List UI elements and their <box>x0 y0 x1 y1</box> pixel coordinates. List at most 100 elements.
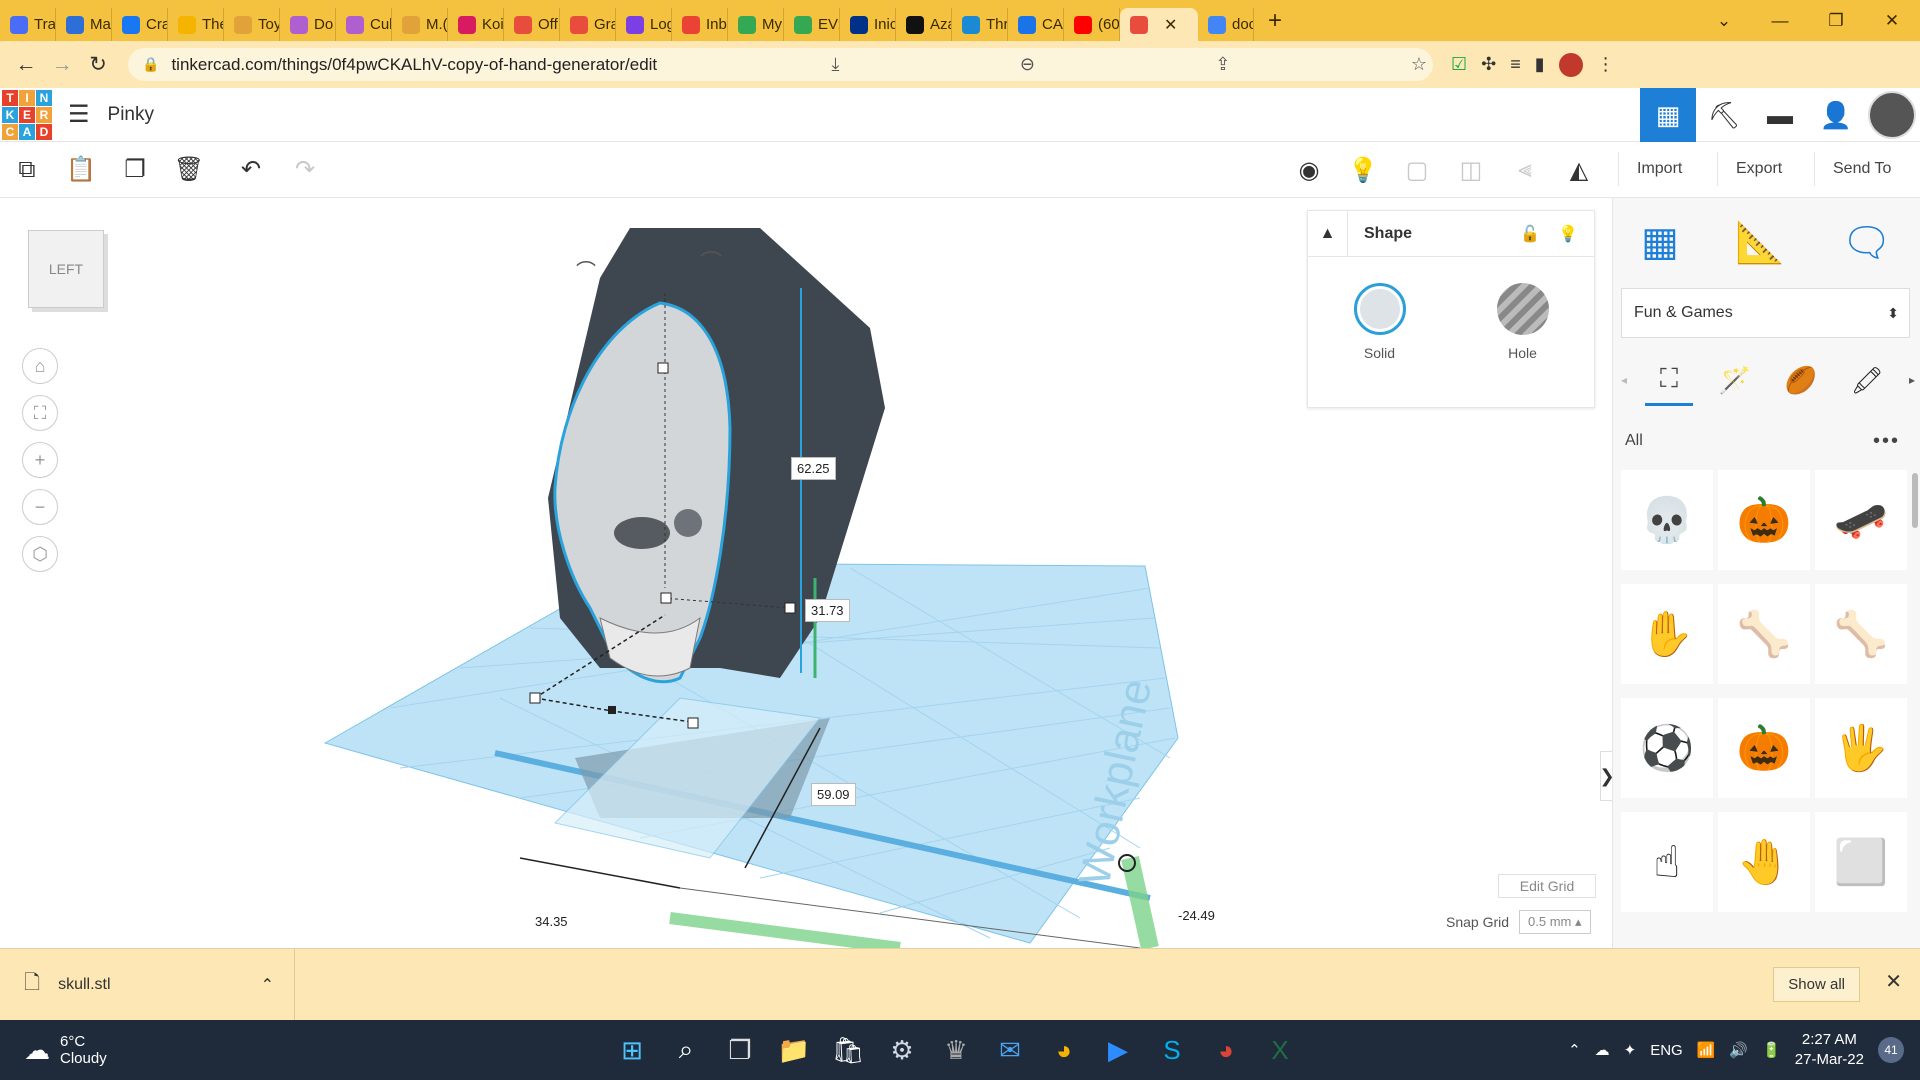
side-panel-icon[interactable]: ▮ <box>1535 54 1545 75</box>
project-name[interactable]: Pinky <box>108 104 154 126</box>
browser-tab[interactable]: Cra <box>112 8 168 41</box>
onedrive-icon[interactable]: ☁ <box>1595 1041 1610 1059</box>
clock[interactable]: 2:27 AM 27-Mar-22 <box>1795 1030 1864 1070</box>
snap-grid-select[interactable]: 0.5 mm ▴ <box>1519 910 1591 934</box>
workplane-viewport[interactable]: ⌒ ⌒ Workplane 62.25 31.73 59.09 34.35 -2… <box>0 198 1612 948</box>
resize-handle-corner[interactable] <box>687 717 699 729</box>
tray-app-icon[interactable]: ✦ <box>1624 1041 1637 1059</box>
task-view-icon[interactable]: ❐ <box>720 1030 760 1070</box>
bricks-icon[interactable]: ▬ <box>1752 88 1808 142</box>
align-icon[interactable]: ⫷ <box>1498 156 1552 184</box>
ungroup-icon[interactable]: ◫ <box>1444 156 1498 185</box>
browser-tab[interactable]: Log <box>616 8 672 41</box>
file-explorer-icon[interactable]: 📁 <box>774 1030 814 1070</box>
visibility-bulb-icon[interactable]: 💡 <box>1558 224 1578 244</box>
add-user-icon[interactable]: 👤 <box>1808 88 1864 142</box>
mail-icon[interactable]: ✉ <box>990 1030 1030 1070</box>
browser-tab[interactable]: Aza <box>896 8 952 41</box>
browser-menu-icon[interactable]: ⋮ <box>1597 54 1615 75</box>
shape-pumpkin-small-icon[interactable]: 🎃 <box>1718 698 1810 798</box>
sidebar-toggle-icon[interactable]: ❯ <box>1599 751 1612 801</box>
forward-icon[interactable]: → <box>44 53 80 77</box>
close-window-icon[interactable]: ✕ <box>1864 11 1920 31</box>
chevron-up-icon[interactable]: ⌃ <box>1568 1041 1581 1059</box>
shape-pumpkin-icon[interactable]: 🎃 <box>1718 470 1810 570</box>
length-value-label[interactable]: 34.35 <box>535 914 568 929</box>
download-item[interactable]: 🗋 skull.stl ⌃ <box>0 948 295 1021</box>
solid-option[interactable]: Solid <box>1353 283 1406 361</box>
group-icon[interactable]: ▢ <box>1390 156 1444 185</box>
offset-value-label[interactable]: -24.49 <box>1178 908 1215 923</box>
media-queue-icon[interactable]: ≡ <box>1510 54 1521 75</box>
workplane-tool-icon[interactable]: ▦ <box>1641 219 1679 265</box>
depth-value-label[interactable]: 31.73 <box>805 599 850 622</box>
solid-swatch[interactable] <box>1353 283 1406 335</box>
skype-icon[interactable]: S <box>1152 1030 1192 1070</box>
weather-widget[interactable]: ☁ 6°C Cloudy <box>24 1033 107 1067</box>
install-icon[interactable]: ⤓ <box>832 54 840 75</box>
back-icon[interactable]: ← <box>8 53 44 77</box>
browser-tab[interactable]: EV: <box>784 8 840 41</box>
shape-finger-bone-icon[interactable]: 🦴 <box>1815 584 1907 684</box>
mirror-icon[interactable]: ◭ <box>1552 156 1606 185</box>
resize-handle-left[interactable] <box>529 692 541 704</box>
resize-handle-mid[interactable] <box>608 706 616 714</box>
browser-tab[interactable]: Inb <box>672 8 728 41</box>
razer-icon[interactable]: ♛ <box>936 1030 976 1070</box>
share-icon[interactable]: ⇪ <box>1215 54 1230 75</box>
browser-tab[interactable]: Cul <box>336 8 392 41</box>
rotate-handle-top-icon[interactable]: ⌒ <box>700 250 722 275</box>
shape-cube-icon[interactable]: ⬜ <box>1815 812 1907 912</box>
undo-icon[interactable]: ↶ <box>224 155 278 184</box>
browser-tab[interactable]: Do <box>280 8 336 41</box>
browser-tab[interactable]: M.( <box>392 8 448 41</box>
windows-start-icon[interactable]: ⊞ <box>612 1030 652 1070</box>
shape-hand-skeleton-icon[interactable]: 🤚 <box>1718 812 1810 912</box>
duplicate-icon[interactable]: ❐ <box>108 155 162 184</box>
perspective-icon[interactable]: ⬡ <box>22 536 58 572</box>
marker-icon[interactable]: 🖍 <box>1843 354 1891 406</box>
excel-icon[interactable]: X <box>1260 1030 1300 1070</box>
wifi-icon[interactable]: 📶 <box>1697 1041 1716 1059</box>
url-field[interactable]: 🔒 tinkercad.com/things/0f4pwCKALhV-copy-… <box>128 48 1433 81</box>
paste-icon[interactable]: 📋 <box>54 155 108 184</box>
browser-tab[interactable]: Ma <box>56 8 112 41</box>
design-menu-icon[interactable]: ☰ <box>68 100 90 129</box>
extensions-puzzle-icon[interactable]: ✣ <box>1481 54 1496 75</box>
sports-icon[interactable]: 🏉 <box>1777 354 1825 406</box>
wand-icon[interactable]: 🪄 <box>1711 354 1759 406</box>
rotate-handle-icon[interactable]: ⌒ <box>576 260 596 283</box>
search-icon[interactable]: ⌕ <box>666 1030 706 1070</box>
zoom-in-icon[interactable]: + <box>22 442 58 478</box>
3d-view-grid-icon[interactable]: ▦ <box>1640 88 1696 142</box>
ruler-tool-icon[interactable]: 📐 <box>1735 219 1785 266</box>
shape-category-select[interactable]: Fun & Games ⬍ <box>1621 288 1910 338</box>
shape-skull-icon[interactable]: 💀 <box>1621 470 1713 570</box>
browser-tab[interactable]: Tra <box>0 8 56 41</box>
export-button[interactable]: Export <box>1717 152 1800 186</box>
bookmark-star-icon[interactable]: ☆ <box>1411 54 1427 75</box>
note-view-icon[interactable]: ◉ <box>1282 156 1336 185</box>
browser-tab[interactable]: The <box>168 8 224 41</box>
browser-tab[interactable]: doc <box>1198 8 1254 41</box>
resize-handle-top[interactable] <box>657 362 669 374</box>
shape-soccer-ball-icon[interactable]: ⚽ <box>1621 698 1713 798</box>
browser-tab[interactable]: My <box>728 8 784 41</box>
volume-icon[interactable]: 🔊 <box>1729 1041 1748 1059</box>
battery-icon[interactable]: 🔋 <box>1762 1041 1781 1059</box>
carousel-next-icon[interactable]: ▸ <box>1909 373 1915 387</box>
delete-icon[interactable]: 🗑 <box>162 155 216 184</box>
pickaxe-icon[interactable]: ⛏ <box>1696 88 1752 142</box>
shape-hand-bones-icon[interactable]: 🦴 <box>1718 584 1810 684</box>
edit-grid-button[interactable]: Edit Grid <box>1498 874 1596 898</box>
more-options-icon[interactable]: ••• <box>1873 430 1900 453</box>
height-value-label[interactable]: 62.25 <box>791 457 836 480</box>
show-all-button[interactable]: Show all <box>1773 967 1860 1002</box>
browser-tab[interactable]: Thr <box>952 8 1008 41</box>
reload-icon[interactable]: ↻ <box>80 52 116 77</box>
redo-icon[interactable]: ↷ <box>278 155 332 184</box>
collapse-panel-icon[interactable]: ▲ <box>1308 210 1348 257</box>
zoom-app-icon[interactable]: ▶ <box>1098 1030 1138 1070</box>
profile-avatar-icon[interactable] <box>1558 52 1583 77</box>
browser-tab[interactable]: Gra <box>560 8 616 41</box>
